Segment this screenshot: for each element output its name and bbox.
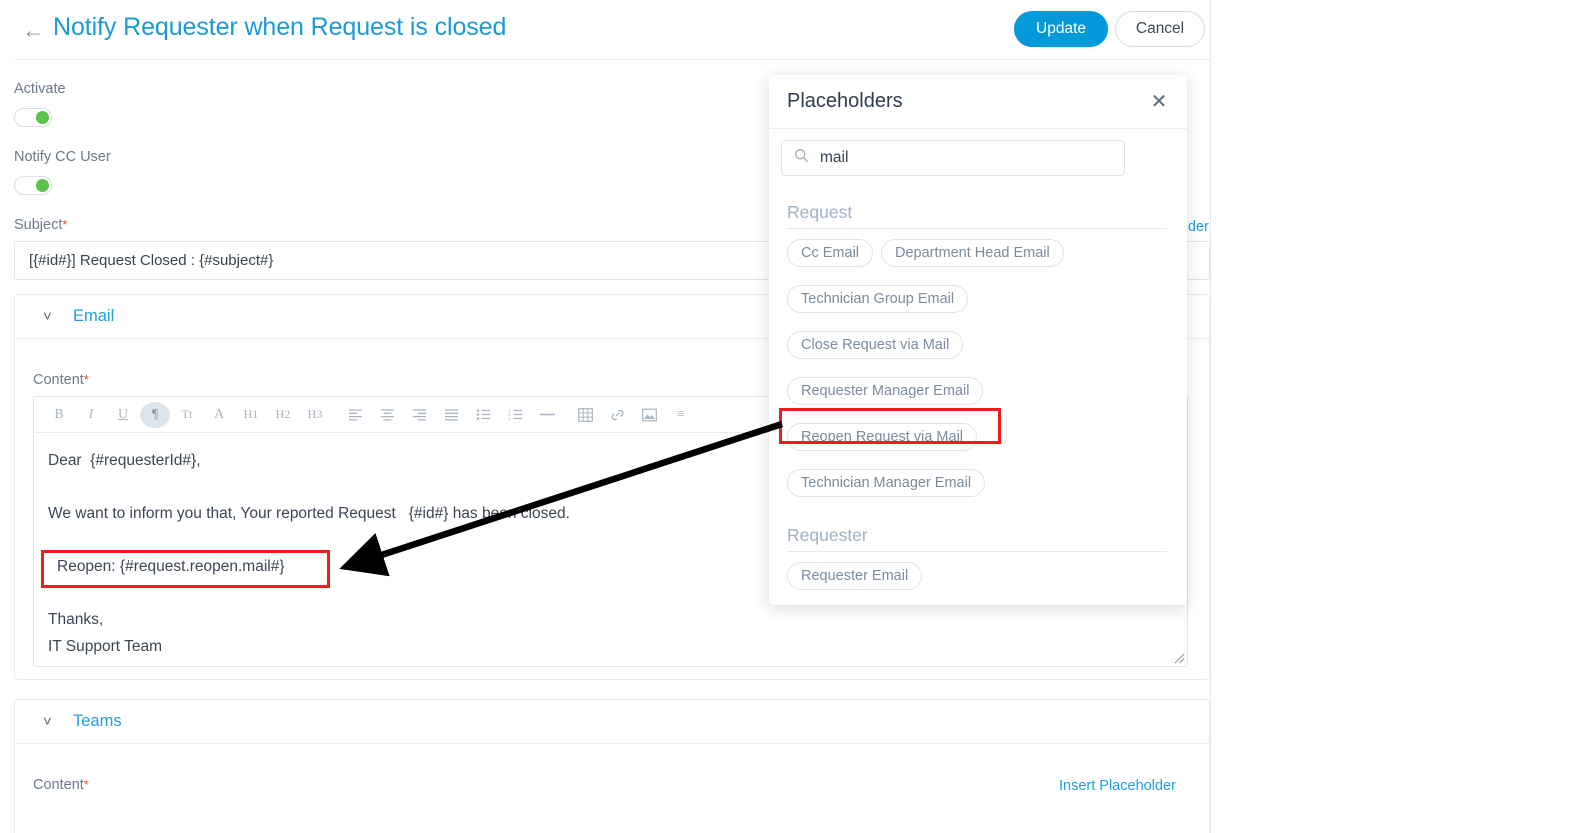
heading-3-icon[interactable]: H3 [300,402,330,428]
placeholder-chip-department-head-email[interactable]: Department Head Email [881,239,1064,267]
placeholders-panel-title: Placeholders [787,90,903,112]
font-color-icon[interactable]: A [204,402,234,428]
teams-content-label-text: Content [33,777,84,793]
arrow-left-icon[interactable]: ← [22,18,48,42]
activate-label: Activate [14,81,66,97]
placeholder-chip-group-requester: Requester Email [787,562,1167,590]
paragraph-icon[interactable]: ¶ [140,401,170,428]
placeholder-group-title-request: Request [787,202,853,222]
placeholder-chip-technician-group-email[interactable]: Technician Group Email [787,285,969,313]
placeholder-chip-requester-manager-email[interactable]: Requester Manager Email [787,377,984,405]
required-asterisk: * [62,217,68,232]
bulleted-list-icon[interactable] [468,402,498,428]
subject-label-text: Subject [14,217,63,233]
page-header: ← Notify Requester when Request is close… [0,0,1211,60]
notify-cc-user-toggle[interactable] [14,176,52,195]
placeholder-chip-close-request-via-mail[interactable]: Close Request via Mail [787,331,964,359]
more-tools-icon[interactable]: ≡ [666,402,696,428]
required-asterisk: * [83,372,89,387]
email-content-label-text: Content [33,372,84,388]
chevron-down-icon: ˅ [43,712,52,730]
page-background-right [1212,0,1582,833]
placeholders-panel: Placeholders ✕ Request Cc Email Departme… [769,75,1187,605]
align-right-icon[interactable] [404,402,434,428]
toggle-knob [36,111,49,124]
cancel-button[interactable]: Cancel [1115,11,1205,47]
insert-table-icon[interactable] [570,402,600,428]
align-left-icon[interactable] [340,402,370,428]
close-icon[interactable]: ✕ [1147,89,1171,113]
page-title: Notify Requester when Request is closed [53,13,507,41]
placeholder-search-input[interactable] [818,148,1098,168]
placeholder-chip-reopen-request-via-mail[interactable]: Reopen Request via Mail [787,423,978,451]
activate-toggle[interactable] [14,108,52,127]
email-body-line-thanks: Thanks, [48,610,104,628]
insert-image-icon[interactable] [634,402,664,428]
placeholder-search-box[interactable] [781,140,1125,176]
editor-resize-handle[interactable] [1172,651,1185,664]
bold-icon[interactable]: B [44,402,74,428]
placeholder-chip-requester-email[interactable]: Requester Email [787,562,923,590]
teams-section-header[interactable]: ˅ Teams [15,700,1209,744]
underline-icon[interactable]: U [108,402,138,428]
placeholder-group-title-requester: Requester [787,525,868,545]
teams-section-title: Teams [73,712,122,730]
search-icon [794,148,809,168]
toggle-knob [36,179,49,192]
placeholder-chip-cc-email[interactable]: Cc Email [787,239,874,267]
horizontal-rule-icon[interactable] [532,402,562,428]
italic-icon[interactable]: I [76,402,106,428]
subject-label: Subject* [14,217,67,233]
placeholders-panel-header: Placeholders ✕ [769,75,1187,129]
group-divider [787,551,1167,552]
numbered-list-icon[interactable]: 123 [500,402,530,428]
email-section-title: Email [73,307,115,325]
heading-1-icon[interactable]: H1 [236,402,266,428]
app-root: ← Notify Requester when Request is close… [0,0,1582,833]
update-button[interactable]: Update [1014,11,1108,47]
group-divider [787,228,1167,229]
insert-link-icon[interactable] [602,402,632,428]
svg-text:3: 3 [508,416,511,421]
email-content-label: Content* [33,372,89,388]
font-size-icon[interactable]: Tt [172,402,202,428]
placeholders-list[interactable]: Request Cc Email Department Head Email T… [769,188,1187,605]
teams-content-label: Content* [33,777,89,793]
email-body-line-signature: IT Support Team [48,637,163,655]
header-divider [14,59,1210,60]
teams-section-card: ˅ Teams [14,699,1210,833]
required-asterisk: * [83,777,89,792]
heading-2-icon[interactable]: H2 [268,402,298,428]
chevron-down-icon: ˅ [43,307,52,325]
align-center-icon[interactable] [372,402,402,428]
align-justify-icon[interactable] [436,402,466,428]
insert-placeholder-link-teams[interactable]: Insert Placeholder [1059,778,1176,794]
placeholder-chip-technician-manager-email[interactable]: Technician Manager Email [787,469,986,497]
placeholder-chip-group-request: Cc Email Department Head Email Technicia… [787,239,1167,497]
notify-cc-user-label: Notify CC User [14,149,111,165]
